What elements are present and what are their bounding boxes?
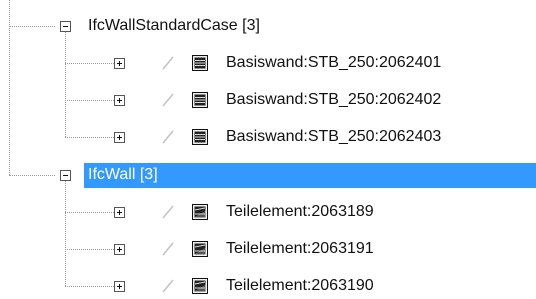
expand-toggle-row[interactable] — [114, 95, 125, 106]
tree-item-label[interactable]: Teilelement:2063191 — [226, 236, 374, 262]
wall-standard-icon — [192, 55, 208, 71]
expand-toggle-row[interactable] — [114, 244, 125, 255]
pencil-icon[interactable] — [158, 276, 178, 296]
collapse-toggle-ifcwall[interactable] — [60, 170, 71, 181]
pencil-icon[interactable] — [158, 127, 178, 147]
tree-guide-line — [65, 32, 66, 137]
tree-item-label[interactable]: Basiswand:STB_250:2062401 — [226, 50, 441, 76]
tree-guide-line — [65, 100, 114, 101]
tree-guide-line — [65, 63, 114, 64]
tree-item-label[interactable]: Teilelement:2063190 — [226, 273, 374, 299]
ifc-tree-view: IfcWallStandardCase [3] Basiswand:STB_25… — [0, 0, 536, 294]
tree-item-label[interactable]: Teilelement:2063189 — [226, 199, 374, 225]
wall-part-icon — [192, 241, 208, 257]
tree-item-label[interactable]: Basiswand:STB_250:2062403 — [226, 124, 441, 150]
pencil-icon[interactable] — [158, 90, 178, 110]
expand-toggle-row[interactable] — [114, 58, 125, 69]
collapse-toggle-ifcwallstandardcase[interactable] — [60, 21, 71, 32]
tree-item-label[interactable]: Basiswand:STB_250:2062402 — [226, 87, 441, 113]
group-label-ifcwall[interactable]: IfcWall [3] — [88, 162, 158, 188]
tree-guide-line — [65, 249, 114, 250]
tree-guide-line — [65, 137, 114, 138]
expand-toggle-row[interactable] — [114, 207, 125, 218]
wall-standard-icon — [192, 129, 208, 145]
expand-toggle-row[interactable] — [114, 132, 125, 143]
tree-guide-line — [65, 286, 114, 287]
expand-toggle-row[interactable] — [114, 281, 125, 292]
group-label-ifcwallstandardcase[interactable]: IfcWallStandardCase [3] — [88, 13, 260, 39]
wall-standard-icon — [192, 92, 208, 108]
tree-guide-line — [9, 175, 55, 176]
pencil-icon[interactable] — [158, 202, 178, 222]
tree-guide-line — [65, 212, 114, 213]
pencil-icon[interactable] — [158, 53, 178, 73]
tree-guide-line — [65, 181, 66, 286]
tree-guide-line — [9, 26, 55, 27]
pencil-icon[interactable] — [158, 239, 178, 259]
wall-part-icon — [192, 204, 208, 220]
